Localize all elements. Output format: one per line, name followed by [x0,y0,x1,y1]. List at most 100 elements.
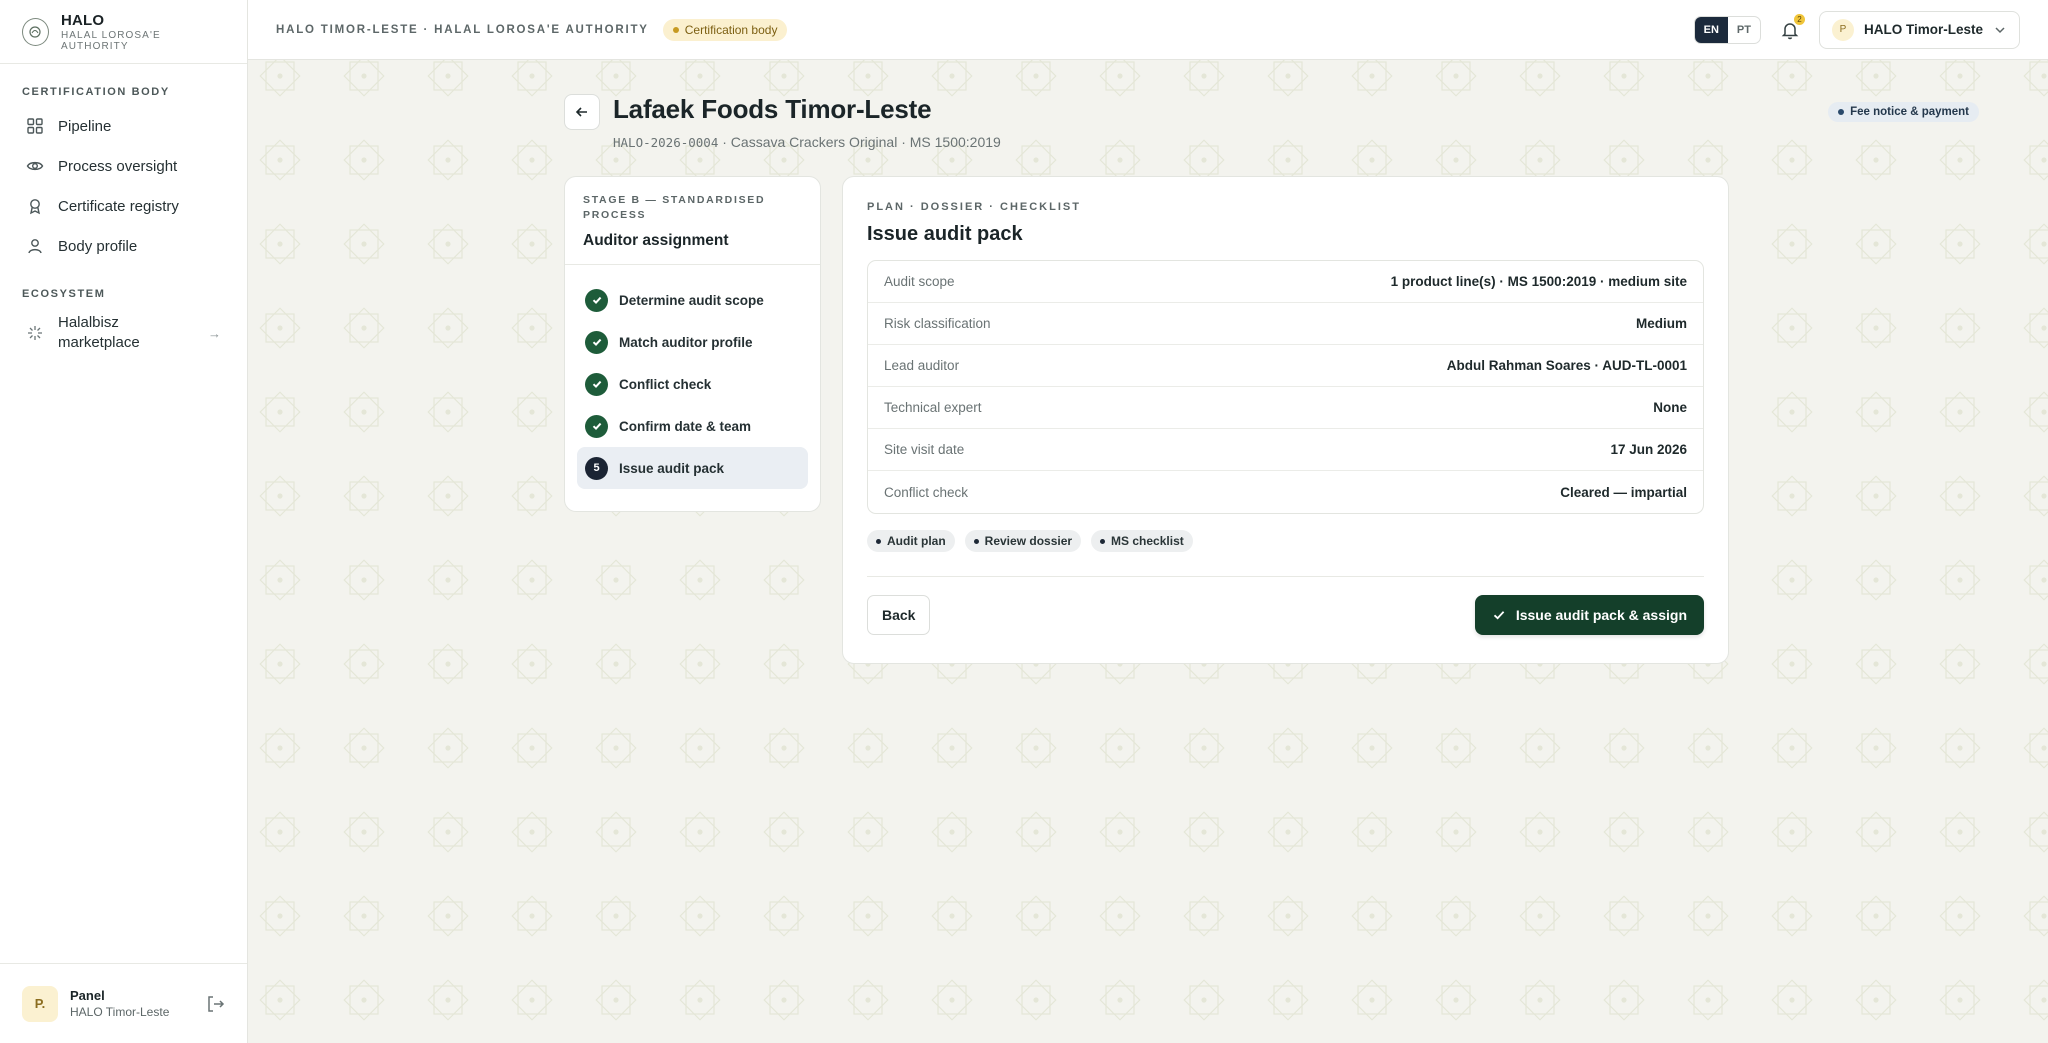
brand-subtitle: HALAL LOROSA'E AUTHORITY [60,29,161,52]
row-key: Site visit date [884,442,965,457]
step-label: Issue audit pack [619,460,725,476]
status-dot [1838,109,1845,115]
sidebar-item-process-oversight[interactable]: Process oversight [0,146,247,186]
step-number: 5 [585,456,608,480]
sidebar-nav: CERTIFICATION BODY Pipeline Process over… [0,64,247,963]
language-switcher: EN PT [1693,15,1761,44]
fee-notice-badge[interactable]: Fee notice & payment [1828,102,1979,122]
chip-label: MS checklist [1111,534,1184,548]
fee-notice-label: Fee notice & payment [1850,106,1969,118]
stepper-card: STAGE B — STANDARDISED PROCESS Auditor a… [564,176,821,512]
eye-icon [26,161,44,171]
table-row: Audit scope 1 product line(s) · MS 1500:2… [868,261,1703,303]
logout-icon[interactable] [205,994,225,1014]
nav-section-ecosystem: ECOSYSTEM [22,288,106,300]
step-determine-audit-scope[interactable]: Determine audit scope [577,279,808,321]
org-name: HALO Timor-Leste [1863,22,1983,37]
chip-audit-plan: Audit plan [867,530,955,552]
step-conflict-check[interactable]: Conflict check [577,363,808,405]
chip-review-dossier: Review dossier [964,530,1082,552]
chip-dot [1100,538,1106,544]
sidebar-item-certificate-registry[interactable]: Certificate registry [0,186,247,226]
back-step-button[interactable]: Back [867,595,931,635]
application-ref: HALO-2026-0004 [613,135,719,150]
sidebar-item-label: Process oversight [58,157,178,175]
user-footer: P. Panel HALO Timor-Leste [0,963,247,1043]
brand-name: HALO [60,11,105,29]
table-row: Technical expert None [868,387,1703,429]
notifications-button[interactable]: 2 [1779,13,1805,41]
audit-pack-panel: PLAN · DOSSIER · CHECKLIST Issue audit p… [842,176,1729,664]
sidebar: HALO HALAL LOROSA'E AUTHORITY CERTIFICAT… [0,0,248,1043]
row-key: Audit scope [884,274,955,289]
check-icon [585,372,608,396]
award-icon [30,199,40,215]
org-avatar: P [1831,18,1854,41]
back-button[interactable] [564,94,600,130]
halo-logo-icon [22,17,49,46]
sidebar-item-label: Body profile [58,237,138,255]
top-bar: HALO TIMOR-LESTE · HALAL LOROSA'E AUTHOR… [248,0,2048,60]
stage-eyebrow: STAGE B — STANDARDISED PROCESS [583,194,766,221]
check-icon [585,330,608,354]
panel-eyebrow: PLAN · DOSSIER · CHECKLIST [867,201,1081,213]
sidebar-item-halalbisz-marketplace[interactable]: Halalbisz marketplace → [0,308,247,358]
stepper-title: Auditor assignment [583,232,729,249]
check-icon [585,414,608,438]
page-subtitle: HALO-2026-0004 · Cassava Crackers Origin… [613,134,1001,150]
step-confirm-date-team[interactable]: Confirm date & team [577,405,808,447]
step-label: Conflict check [619,376,712,392]
grid-icon [27,118,43,134]
row-value: 17 Jun 2026 [1610,442,1687,457]
check-icon [1493,611,1505,620]
user-icon [28,239,42,254]
row-value: 1 product line(s) · MS 1500:2019 · mediu… [1390,274,1687,289]
sidebar-item-pipeline[interactable]: Pipeline [0,106,247,146]
check-icon [585,288,608,312]
panel-title: Issue audit pack [867,223,1023,245]
table-row: Conflict check Cleared — impartial [868,471,1703,513]
notification-count-badge: 2 [1793,13,1805,25]
table-row: Lead auditor Abdul Rahman Soares · AUD-TL… [868,345,1703,387]
subtitle-detail: · Cassava Crackers Original · MS 1500:20… [722,134,1001,150]
step-label: Confirm date & team [619,418,752,434]
step-label: Match auditor profile [619,334,753,350]
lang-pt-button[interactable]: PT [1728,17,1760,43]
chip-label: Review dossier [984,534,1073,548]
chip-ms-checklist: MS checklist [1091,530,1193,552]
row-key: Risk classification [884,316,991,331]
main-area: HALO TIMOR-LESTE · HALAL LOROSA'E AUTHOR… [248,0,2048,1043]
user-org: HALO Timor-Leste [70,1005,170,1019]
avatar: P. [22,985,58,1022]
table-row: Risk classification Medium [868,303,1703,345]
chip-label: Audit plan [887,534,946,548]
role-badge: Certification body [662,18,788,41]
table-row: Site visit date 17 Jun 2026 [868,429,1703,471]
row-value: Abdul Rahman Soares · AUD-TL-0001 [1446,358,1687,373]
step-label: Determine audit scope [619,292,764,308]
chip-dot [876,538,881,544]
status-dot [672,26,679,33]
org-switcher[interactable]: P HALO Timor-Leste [1818,10,2020,49]
lang-en-button[interactable]: EN [1694,16,1728,43]
step-issue-audit-pack[interactable]: 5 Issue audit pack [577,447,808,489]
user-name: Panel [70,988,105,1003]
primary-button-label: Issue audit pack & assign [1515,607,1687,623]
issue-audit-pack-button[interactable]: Issue audit pack & assign [1474,595,1704,635]
sidebar-item-body-profile[interactable]: Body profile [0,226,247,266]
row-value: Medium [1635,316,1687,331]
row-value: None [1653,400,1687,415]
nav-section-certification-body: CERTIFICATION BODY [22,86,170,98]
sparkle-icon [28,326,42,340]
brand: HALO HALAL LOROSA'E AUTHORITY [0,0,247,64]
page-header: Lafaek Foods Timor-Leste HALO-2026-0004 … [564,94,1979,174]
role-badge-label: Certification body [684,22,778,37]
arrow-right-icon: → [208,325,221,341]
step-match-auditor-profile[interactable]: Match auditor profile [577,321,808,363]
row-value: Cleared — impartial [1560,484,1687,500]
row-key: Conflict check [884,484,969,500]
document-chips: Audit plan Review dossier MS checklist [867,530,1704,552]
chip-dot [973,538,979,544]
summary-table: Audit scope 1 product line(s) · MS 1500:2… [867,260,1704,514]
arrow-left-icon [575,107,587,117]
